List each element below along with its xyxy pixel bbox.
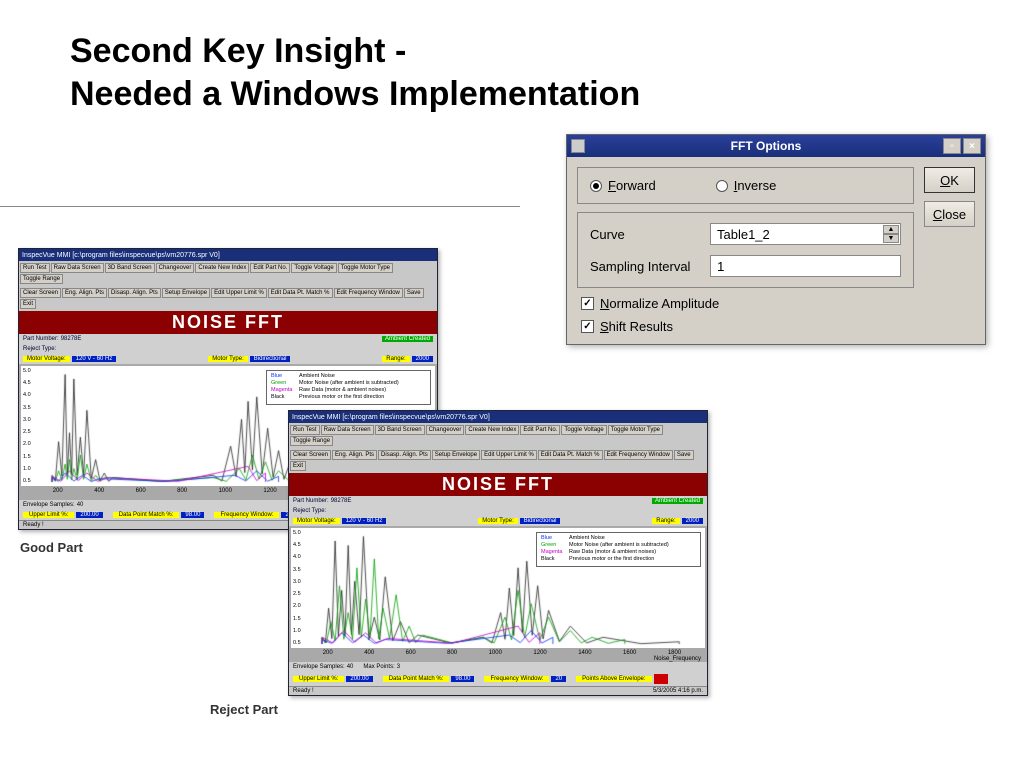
minimize-button[interactable]: ▫ — [943, 138, 961, 154]
toolbar-row-1: Run TestRaw Data Screen3D Band ScreenCha… — [19, 261, 437, 286]
toolbar-button[interactable]: Changeover — [426, 425, 465, 435]
toolbar-button[interactable]: Edit Upper Limit % — [211, 288, 267, 298]
forward-radio[interactable]: Forward — [590, 178, 656, 193]
fft-options-dialog: FFT Options ▫ × Forward Inverse Curve Ta… — [566, 134, 986, 345]
toolbar-row-1: Run TestRaw Data Screen3D Band ScreenCha… — [289, 423, 707, 448]
toolbar-button[interactable]: Edit Frequency Window — [604, 450, 673, 460]
sampling-input[interactable] — [710, 255, 901, 277]
toolbar-button[interactable]: Exit — [20, 299, 36, 309]
toolbar-button[interactable]: 3D Band Screen — [375, 425, 425, 435]
caption-good: Good Part — [20, 540, 83, 555]
dialog-titlebar[interactable]: FFT Options ▫ × — [567, 135, 985, 157]
toolbar-row-2: Clear ScreenEng. Align. PtsDisasp. Align… — [289, 448, 707, 473]
direction-group: Forward Inverse — [577, 167, 914, 204]
app-icon — [571, 139, 585, 153]
banner: NOISE FFT — [289, 473, 707, 496]
spin-down-icon[interactable]: ▼ — [883, 234, 899, 243]
toolbar-button[interactable]: Edit Upper Limit % — [481, 450, 537, 460]
normalize-checkbox[interactable]: ✓Normalize Amplitude — [581, 296, 914, 311]
toolbar-button[interactable]: Edit Data Pt. Match % — [268, 288, 333, 298]
toolbar-button[interactable]: Save — [404, 288, 424, 298]
shift-checkbox[interactable]: ✓Shift Results — [581, 319, 914, 334]
toolbar-button[interactable]: Edit Data Pt. Match % — [538, 450, 603, 460]
toolbar-button[interactable]: Eng. Align. Pts — [332, 450, 377, 460]
toolbar-button[interactable]: Exit — [290, 461, 306, 471]
toolbar-button[interactable]: Clear Screen — [290, 450, 331, 460]
close-button[interactable]: Close — [924, 201, 975, 227]
ok-button[interactable]: OK — [924, 167, 975, 193]
toolbar-button[interactable]: Disasp. Align. Pts — [378, 450, 431, 460]
caption-reject: Reject Part — [210, 702, 278, 717]
plot-legend: BlueAmbient NoiseGreenMotor Noise (after… — [536, 532, 701, 567]
curve-label: Curve — [590, 227, 700, 242]
window-titlebar[interactable]: InspecVue MMI [c:\program files\inspecvu… — [289, 411, 707, 423]
toolbar-button[interactable]: Toggle Voltage — [561, 425, 606, 435]
sampling-label: Sampling Interval — [590, 259, 700, 274]
toolbar-button[interactable]: Create New Index — [465, 425, 519, 435]
close-x-button[interactable]: × — [963, 138, 981, 154]
toolbar-button[interactable]: Toggle Motor Type — [338, 263, 393, 273]
spin-up-icon[interactable]: ▲ — [883, 225, 899, 234]
toolbar-button[interactable]: Toggle Motor Type — [608, 425, 663, 435]
toolbar-button[interactable]: Toggle Range — [290, 436, 333, 446]
curve-select[interactable]: Table1_2 ▲▼ — [710, 223, 901, 245]
plot-legend: BlueAmbient NoiseGreenMotor Noise (after… — [266, 370, 431, 405]
toolbar-row-2: Clear ScreenEng. Align. PtsDisasp. Align… — [19, 286, 437, 311]
toolbar-button[interactable]: Clear Screen — [20, 288, 61, 298]
toolbar-button[interactable]: Save — [674, 450, 694, 460]
banner: NOISE FFT — [19, 311, 437, 334]
toolbar-button[interactable]: Setup Envelope — [162, 288, 210, 298]
toolbar-button[interactable]: Disasp. Align. Pts — [108, 288, 161, 298]
fft-plot: 5.04.54.03.53.02.52.01.51.00.5 BlueAmbie… — [291, 528, 705, 648]
toolbar-button[interactable]: Edit Part No. — [520, 425, 560, 435]
toolbar-button[interactable]: Toggle Voltage — [291, 263, 336, 273]
curve-group: Curve Table1_2 ▲▼ Sampling Interval — [577, 212, 914, 288]
toolbar-button[interactable]: Eng. Align. Pts — [62, 288, 107, 298]
toolbar-button[interactable]: Edit Frequency Window — [334, 288, 403, 298]
toolbar-button[interactable]: 3D Band Screen — [105, 263, 155, 273]
window-titlebar[interactable]: InspecVue MMI [c:\program files\inspecvu… — [19, 249, 437, 261]
toolbar-button[interactable]: Run Test — [20, 263, 50, 273]
toolbar-button[interactable]: Run Test — [290, 425, 320, 435]
toolbar-button[interactable]: Create New Index — [195, 263, 249, 273]
noise-fft-window-reject: InspecVue MMI [c:\program files\inspecvu… — [288, 410, 708, 696]
toolbar-button[interactable]: Raw Data Screen — [51, 263, 104, 273]
toolbar-button[interactable]: Setup Envelope — [432, 450, 480, 460]
slide-title: Second Key Insight - Needed a Windows Im… — [70, 30, 640, 115]
toolbar-button[interactable]: Toggle Range — [20, 274, 63, 284]
toolbar-button[interactable]: Changeover — [156, 263, 195, 273]
divider — [0, 206, 520, 207]
toolbar-button[interactable]: Raw Data Screen — [321, 425, 374, 435]
inverse-radio[interactable]: Inverse — [716, 178, 777, 193]
dialog-title: FFT Options — [591, 139, 941, 153]
toolbar-button[interactable]: Edit Part No. — [250, 263, 290, 273]
